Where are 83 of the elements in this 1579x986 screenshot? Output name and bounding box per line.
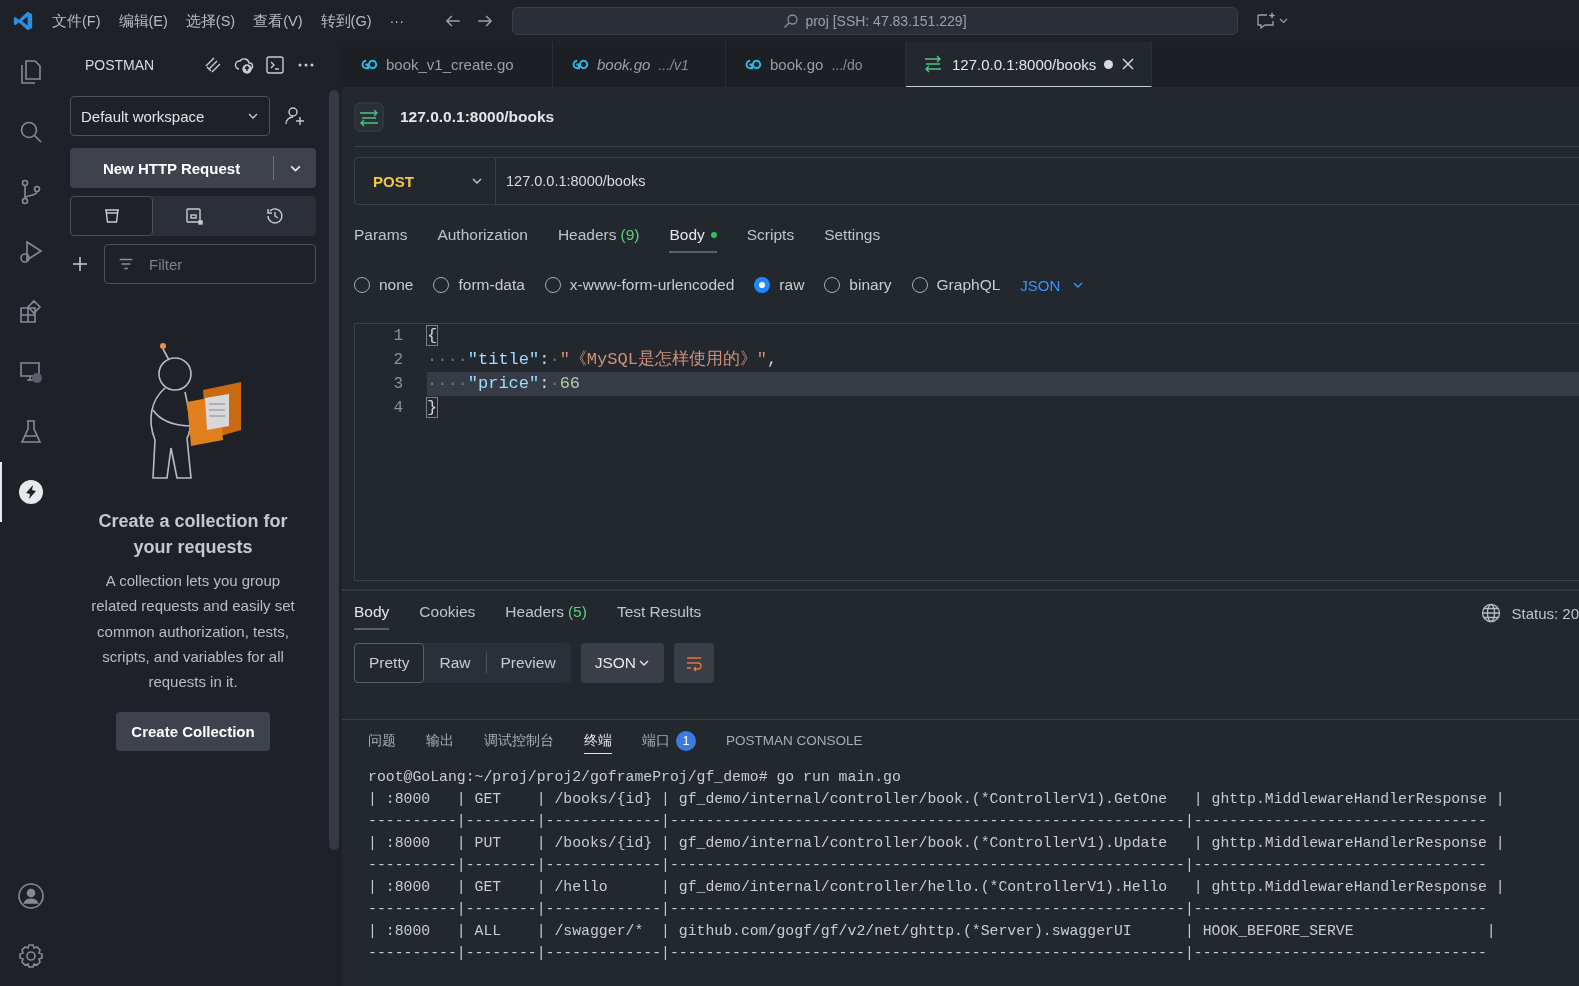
body-type-radio[interactable]: binary <box>824 276 892 294</box>
request-title: 127.0.0.1:8000/books <box>400 107 555 126</box>
body-type-radio[interactable]: x-www-form-urlencoded <box>544 276 735 294</box>
line-number: 4 <box>392 399 403 417</box>
view-mode-button[interactable]: Preview <box>485 652 571 674</box>
account-icon[interactable] <box>17 882 45 910</box>
create-collection-button[interactable]: Create Collection <box>116 712 270 752</box>
panel-tab[interactable]: 输出 <box>426 728 454 754</box>
command-search-field[interactable]: proj [SSH: 47.83.151.229] <box>512 7 1238 35</box>
response-tab[interactable]: Body <box>354 596 390 630</box>
code-line: ····"title":·"《MySQL是怎样使用的》", <box>427 349 779 371</box>
code-line: { <box>427 325 439 347</box>
cloud-upload-icon[interactable] <box>234 55 254 75</box>
close-icon[interactable] <box>1121 57 1136 71</box>
body-type-radio[interactable]: raw <box>754 276 805 294</box>
code-editor[interactable]: 1 { 2 ····"title":·"《MySQL是怎样使用的》", 3 ····"price":·66 4 } <box>354 323 1579 581</box>
terminal-line: ----------|--------|-------------|----------------------------------------------------------|--------------------------------- <box>368 812 1487 831</box>
terminal-line: | :8000 | PUT | /books/{id} | gf_demo/internal/controller/book.(*ControllerV1).Update | ghttp.MiddlewareHandlerResponse | <box>368 834 1505 853</box>
terminal-line: ----------|--------|-------------|----------------------------------------------------------|--------------------------------- <box>368 856 1487 875</box>
panel-tab[interactable]: 问题 <box>368 728 396 754</box>
response-tab[interactable]: Headers (5) <box>505 596 587 630</box>
body-type-radio[interactable]: GraphQL <box>911 276 1001 294</box>
menu-item[interactable]: 转到(G) <box>320 11 372 31</box>
settings-icon[interactable] <box>17 942 45 970</box>
editor-tab[interactable]: 127.0.0.1:8000/books <box>906 42 1153 87</box>
terminal-line: | :8000 | ALL | /swagger/* | github.com/gogf/gf/v2/net/ghttp.(*Server).swaggerUI | HOOK_BEFORE_SERVE | <box>368 922 1496 941</box>
menu-item[interactable]: 选择(S) <box>185 11 236 31</box>
menu-item[interactable]: 编辑(E) <box>118 11 168 31</box>
response-format-dropdown[interactable]: JSON <box>580 643 664 683</box>
panel-tab[interactable]: 终端 <box>584 728 612 754</box>
request-tab[interactable]: Settings <box>824 219 881 253</box>
response-tab[interactable]: Cookies <box>419 596 476 630</box>
chat-sparkle-icon[interactable] <box>1254 11 1290 31</box>
panel-tab[interactable]: 端口 1 <box>642 728 696 754</box>
request-tab[interactable]: Headers (9) <box>557 219 640 253</box>
request-tab[interactable]: Scripts <box>746 219 795 253</box>
response-tab[interactable]: Test Results <box>616 596 702 630</box>
panel-tab[interactable]: POSTMAN CONSOLE <box>726 728 863 754</box>
editor-tab[interactable]: book_v1_create.go <box>342 42 553 87</box>
http-file-icon <box>922 55 944 73</box>
unsaved-dot-icon <box>1104 59 1114 69</box>
terminal-line: ----------|--------|-------------|----------------------------------------------------------|--------------------------------- <box>368 944 1487 963</box>
terminal-line: | :8000 | GET | /hello | gf_demo/internal/controller/hello.(*ControllerV1).Hello | ghttp.MiddlewareHandlerResponse | <box>368 878 1505 897</box>
line-number: 3 <box>392 375 403 393</box>
request-tab[interactable]: Params <box>354 219 408 253</box>
scrollbar-thumb[interactable] <box>329 90 339 850</box>
http-request-icon <box>354 101 384 132</box>
line-number: 1 <box>392 327 403 345</box>
terminal-line: ----------|--------|-------------|----------------------------------------------------------|--------------------------------- <box>368 900 1487 919</box>
method-dropdown[interactable]: POST <box>354 157 496 205</box>
terminal-line: | :8000 | GET | /books/{id} | gf_demo/internal/controller/book.(*ControllerV1).GetOne | ghttp.MiddlewareHandlerResponse | <box>368 790 1505 809</box>
request-tab[interactable]: Body <box>669 219 717 253</box>
wrap-lines-button[interactable] <box>674 643 714 683</box>
terminal-icon[interactable] <box>265 55 285 75</box>
menu-item[interactable]: 文件(F) <box>52 11 101 31</box>
terminal-line: root@GoLang:~/proj/proj2/goframeProj/gf_demo# go run main.go <box>368 768 901 787</box>
add-icon[interactable] <box>70 254 90 274</box>
filter-field[interactable]: Filter <box>104 244 316 284</box>
sidebar-title: POSTMAN <box>85 57 156 73</box>
collections-tab[interactable] <box>70 196 154 236</box>
request-tab[interactable]: Authorization <box>437 219 528 253</box>
add-user-icon[interactable] <box>284 105 306 127</box>
url-field[interactable]: 127.0.0.1:8000/books <box>496 157 1579 205</box>
menu-item[interactable]: 查看(V) <box>253 11 303 31</box>
view-mode-button[interactable]: Raw <box>424 643 486 683</box>
panel-tab[interactable]: 调试控制台 <box>484 728 554 754</box>
empty-state-description: A collection lets you group related requests and easily set common authorization, tests, scripts, and variables for all requests in it. <box>90 571 296 693</box>
view-mode-button[interactable]: Pretty <box>354 643 425 683</box>
code-line: } <box>427 397 439 419</box>
empty-state-title: Create a collection for your requests <box>97 510 289 559</box>
search-icon <box>783 13 800 29</box>
body-format-dropdown[interactable]: JSON <box>1020 276 1085 294</box>
more-menu[interactable]: ··· <box>389 13 404 29</box>
editor-tab[interactable]: book.go .../v1 <box>553 42 726 87</box>
history-icon <box>265 206 286 226</box>
window-icon <box>184 206 204 226</box>
body-type-radio[interactable]: form-data <box>433 276 525 294</box>
vscode-logo-icon[interactable] <box>12 10 34 32</box>
response-status: Status: 20 <box>1511 604 1579 622</box>
workspace-dropdown[interactable]: Default workspace <box>70 96 270 136</box>
globe-icon <box>1481 603 1502 623</box>
line-number: 2 <box>392 351 403 369</box>
body-type-radio[interactable]: none <box>354 276 414 294</box>
